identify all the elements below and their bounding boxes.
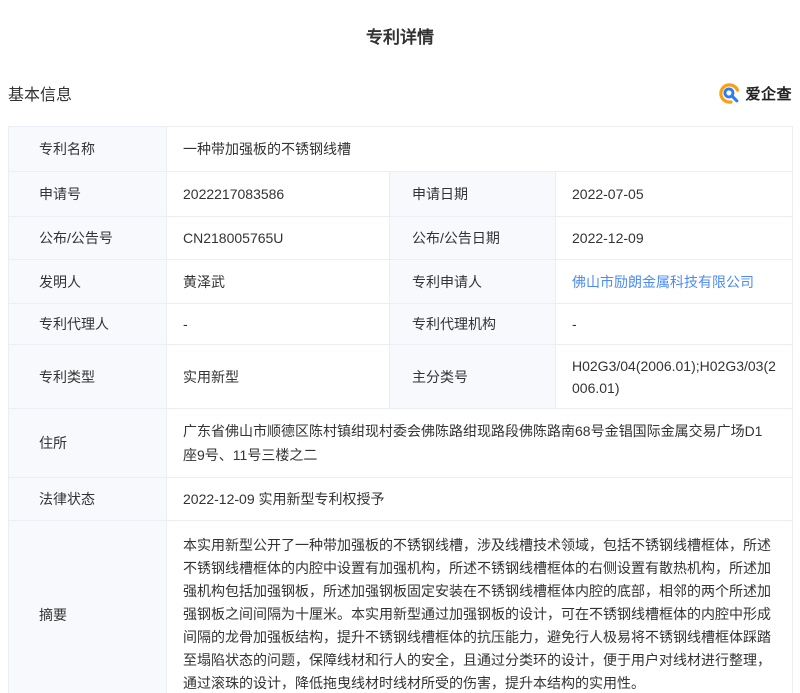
field-value: 佛山市励朗金属科技有限公司: [556, 260, 793, 304]
field-label: 专利名称: [9, 127, 167, 172]
brand-name: 爱企查: [745, 83, 792, 104]
field-value: 2022-12-09 实用新型专利权授予: [167, 478, 793, 521]
field-value: 广东省佛山市顺德区陈村镇绀现村委会佛陈路绀现路段佛陈路南68号金锠国际金属交易广…: [167, 409, 793, 478]
patent-detail-page: 专利详情 基本信息 爱企查 专利名称一种带加强板的不锈钢线槽申请号2022217…: [0, 0, 800, 693]
field-label: 专利代理机构: [390, 304, 556, 345]
aiqicha-logo-icon: [718, 82, 741, 105]
basic-info-table-wrap: 专利名称一种带加强板的不锈钢线槽申请号2022217083586申请日期2022…: [8, 126, 792, 693]
field-label: 法律状态: [9, 478, 167, 521]
field-value: 2022-12-09: [556, 217, 793, 260]
table-row: 发明人黄泽武专利申请人佛山市励朗金属科技有限公司: [9, 260, 793, 304]
table-row: 摘要本实用新型公开了一种带加强板的不锈钢线槽，涉及线槽技术领域，包括不锈钢线槽框…: [9, 521, 793, 693]
field-value: 实用新型: [167, 345, 390, 409]
field-label: 住所: [9, 409, 167, 478]
patent-applicant-link[interactable]: 佛山市励朗金属科技有限公司: [572, 274, 754, 290]
section-header: 基本信息 爱企查: [0, 81, 800, 105]
field-label: 专利申请人: [390, 260, 556, 304]
table-row: 法律状态2022-12-09 实用新型专利权授予: [9, 478, 793, 521]
aiqicha-brand-logo[interactable]: 爱企查: [718, 82, 792, 105]
table-row: 住所广东省佛山市顺德区陈村镇绀现村委会佛陈路绀现路段佛陈路南68号金锠国际金属交…: [9, 409, 793, 478]
field-label: 申请日期: [390, 172, 556, 217]
field-label: 专利代理人: [9, 304, 167, 345]
field-label: 公布/公告日期: [390, 217, 556, 260]
field-value: -: [556, 304, 793, 345]
field-value: CN218005765U: [167, 217, 390, 260]
table-row: 公布/公告号CN218005765U公布/公告日期2022-12-09: [9, 217, 793, 260]
table-row: 专利代理人-专利代理机构-: [9, 304, 793, 345]
page-title: 专利详情: [0, 0, 800, 49]
field-value: 2022217083586: [167, 172, 390, 217]
table-row: 申请号2022217083586申请日期2022-07-05: [9, 172, 793, 217]
field-value: H02G3/04(2006.01);H02G3/03(2006.01): [556, 345, 793, 409]
field-value: 本实用新型公开了一种带加强板的不锈钢线槽，涉及线槽技术领域，包括不锈钢线槽框体，…: [167, 521, 793, 693]
field-label: 专利类型: [9, 345, 167, 409]
field-label: 发明人: [9, 260, 167, 304]
section-title: 基本信息: [8, 81, 72, 105]
field-label: 摘要: [9, 521, 167, 693]
field-value: 一种带加强板的不锈钢线槽: [167, 127, 793, 172]
field-value: 黄泽武: [167, 260, 390, 304]
field-label: 主分类号: [390, 345, 556, 409]
field-value: 2022-07-05: [556, 172, 793, 217]
patent-table-body: 专利名称一种带加强板的不锈钢线槽申请号2022217083586申请日期2022…: [9, 127, 793, 693]
field-label: 公布/公告号: [9, 217, 167, 260]
field-value: -: [167, 304, 390, 345]
table-row: 专利类型实用新型主分类号H02G3/04(2006.01);H02G3/03(2…: [9, 345, 793, 409]
table-row: 专利名称一种带加强板的不锈钢线槽: [9, 127, 793, 172]
field-label: 申请号: [9, 172, 167, 217]
basic-info-table: 专利名称一种带加强板的不锈钢线槽申请号2022217083586申请日期2022…: [8, 126, 793, 693]
